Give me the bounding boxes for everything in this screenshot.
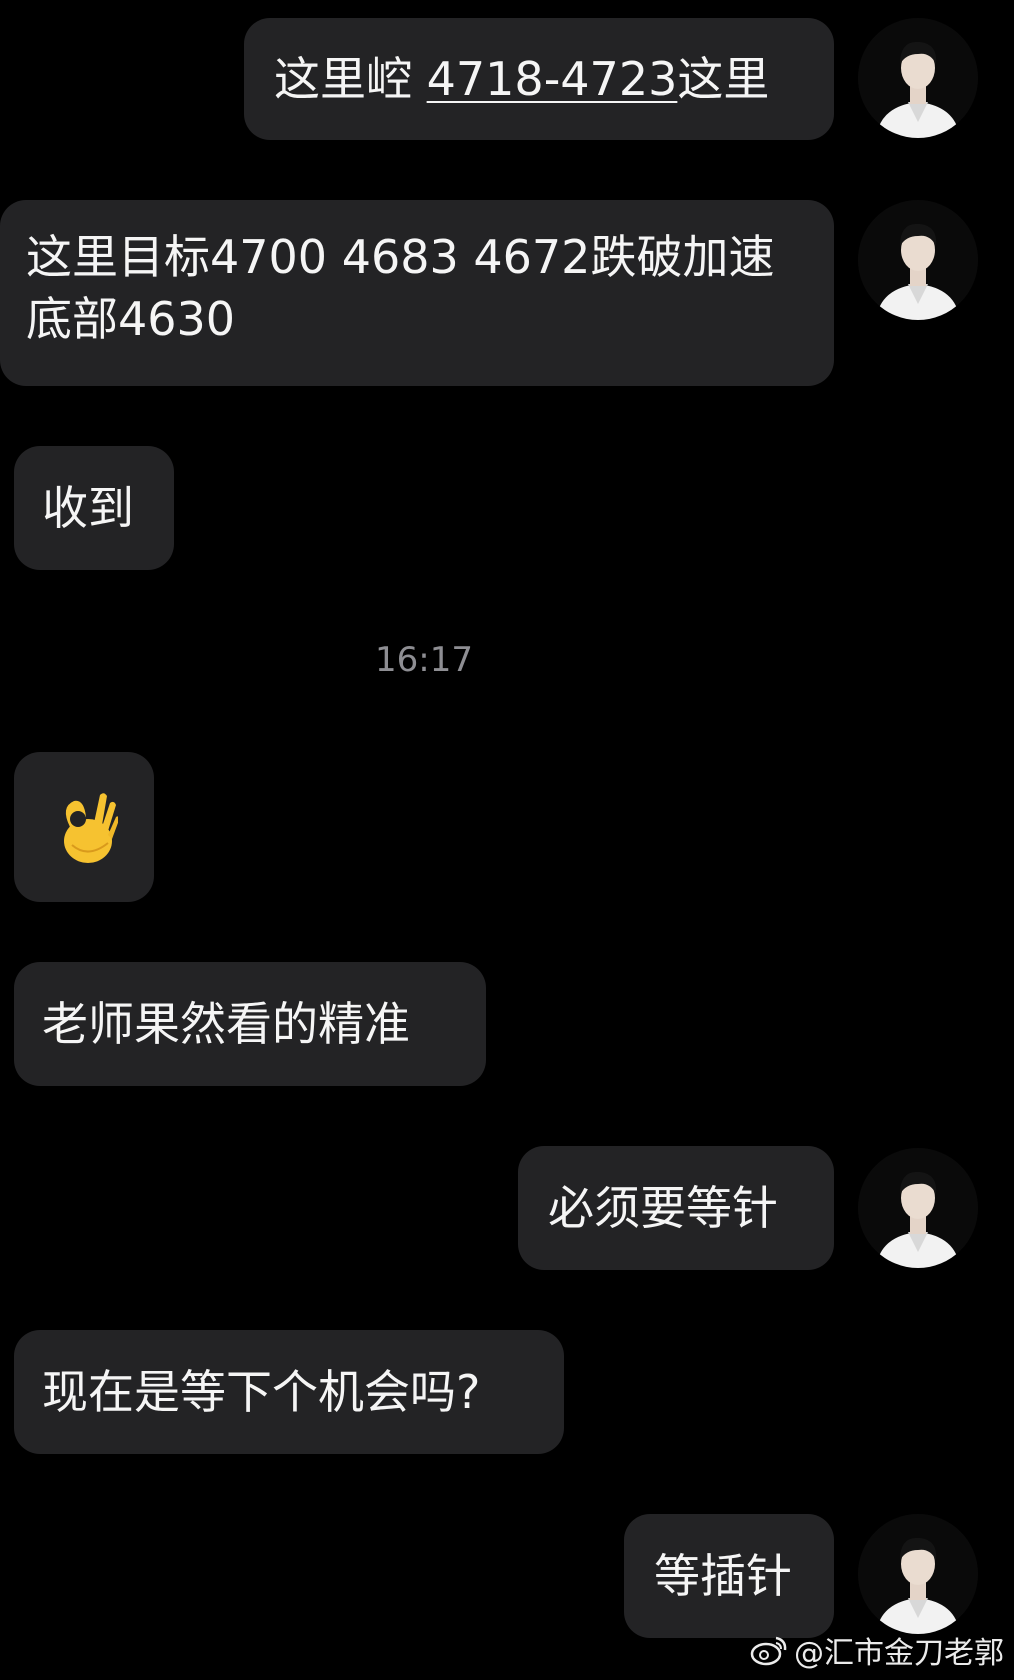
ok-hand-emoji (50, 787, 119, 867)
avatar-portrait-icon (858, 18, 978, 138)
avatar-portrait-icon (858, 1514, 978, 1634)
incoming-message-bubble[interactable]: 老师果然看的精准 (14, 962, 486, 1086)
sender-avatar[interactable] (858, 1514, 978, 1634)
message-text: 现在是等下个机会吗? (42, 1365, 481, 1419)
message-text: 收到 (42, 481, 134, 535)
weibo-watermark: @汇市金刀老郭 (750, 1628, 1004, 1672)
message-text: 老师果然看的精准 (42, 997, 410, 1051)
sender-avatar[interactable] (858, 200, 978, 320)
avatar-portrait-icon (858, 1148, 978, 1268)
weibo-icon (750, 1636, 787, 1666)
avatar-portrait-icon (858, 200, 978, 320)
message-text: 这里崆 4718-4723这里 (274, 52, 770, 106)
chat-timestamp: 16:17 (375, 640, 473, 680)
price-range-link[interactable]: 4718-4723 (427, 52, 678, 106)
sender-avatar[interactable] (858, 18, 978, 138)
message-text: 这里目标4700 4683 4672跌破加速 底部4630 (26, 230, 775, 346)
outgoing-message-bubble[interactable]: 必须要等针 (518, 1146, 834, 1270)
outgoing-message-bubble[interactable]: 这里目标4700 4683 4672跌破加速 底部4630 (0, 200, 834, 386)
ok-hand-icon (64, 793, 119, 863)
watermark-text: @汇市金刀老郭 (794, 1636, 1004, 1671)
incoming-emoji-bubble[interactable] (14, 752, 154, 902)
incoming-message-bubble[interactable]: 收到 (14, 446, 174, 570)
incoming-message-bubble[interactable]: 现在是等下个机会吗? (14, 1330, 564, 1454)
sender-avatar[interactable] (858, 1148, 978, 1268)
outgoing-message-bubble[interactable]: 等插针 (624, 1514, 834, 1638)
message-text: 等插针 (654, 1549, 792, 1603)
outgoing-message-bubble[interactable]: 这里崆 4718-4723这里 (244, 18, 834, 140)
message-text: 必须要等针 (548, 1181, 778, 1235)
